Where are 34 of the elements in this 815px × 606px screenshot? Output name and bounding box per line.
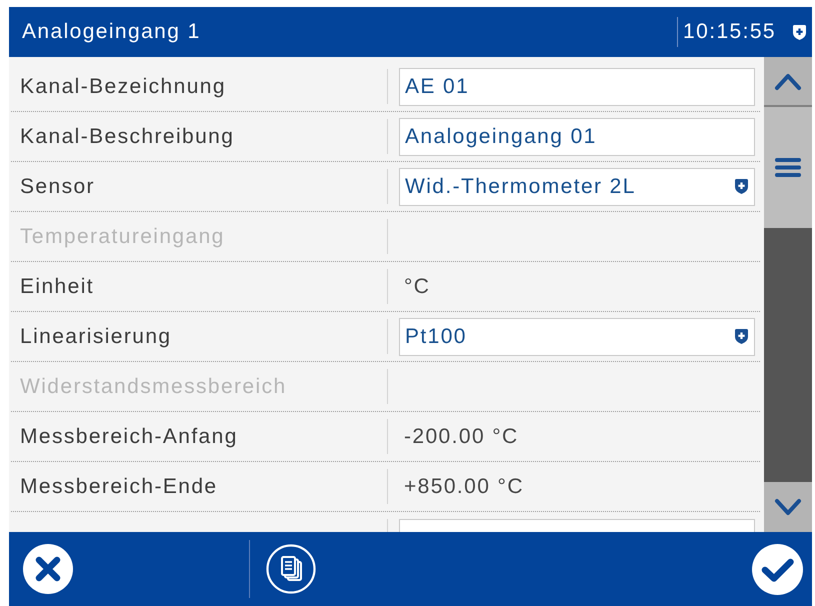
dropdown-icon[interactable] [793,24,806,40]
window-title: Analogeingang 1 [22,19,201,46]
confirm-button[interactable] [752,544,803,594]
field-label: Linearisierung [20,324,172,348]
section-label: Temperatureingang [20,224,225,248]
value-text: -200.00 °C [403,424,519,450]
field-label: Kanal-Bezeichnung [20,74,226,98]
field-label: Kanal-Beschreibung [20,124,234,148]
dropdown-field[interactable]: Pt100 [399,318,755,356]
field-label: Messbereich-Ende [20,474,218,498]
scroll-thumb[interactable] [764,107,812,228]
copy-button[interactable] [266,544,316,594]
dropdown-icon [735,179,748,194]
menu-icon [775,158,801,177]
value-text: +850.00 °C [403,474,524,500]
check-icon [752,544,803,594]
close-icon [23,544,73,594]
value-text: °C [403,274,430,300]
field-label: Messbereich-Anfang [20,424,238,448]
chevron-down-icon [774,498,802,516]
input-field[interactable] [399,519,755,532]
field-label: Einheit [20,274,94,298]
chevron-up-icon [774,72,802,90]
clock-time: 10:15:55 [683,19,776,46]
scroll-down-button[interactable] [764,482,812,532]
dropdown-icon [735,329,748,344]
dropdown-field[interactable]: Wid.-Thermometer 2L [399,168,755,206]
input-field[interactable]: AE 01 [399,68,755,106]
scroll-up-button[interactable] [764,57,812,107]
documents-icon [266,544,316,594]
cancel-button[interactable] [23,544,73,594]
input-field[interactable]: Analogeingang 01 [399,118,755,156]
field-label: Sensor [20,174,95,198]
section-label: Widerstandsmessbereich [20,374,287,398]
